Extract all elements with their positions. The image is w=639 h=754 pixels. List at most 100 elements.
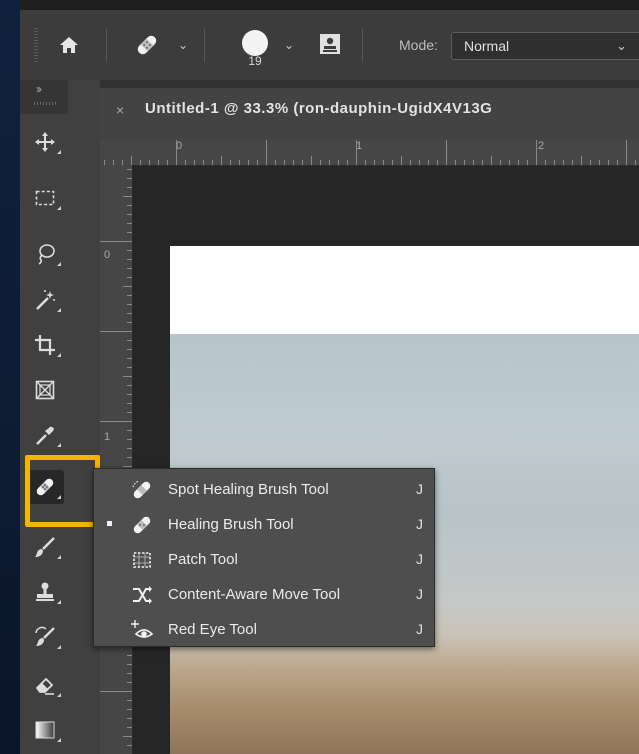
ruler-tick: [329, 160, 330, 165]
ruler-tick: [123, 736, 132, 737]
ruler-tick: [127, 448, 132, 449]
selected-indicator: [107, 521, 112, 526]
clone-source-icon[interactable]: [316, 30, 344, 58]
ruler-tick: [320, 160, 321, 165]
tool-preset-chevron-down-icon[interactable]: ⌄: [178, 38, 188, 52]
menu-item-shortcut: J: [416, 621, 423, 637]
ruler-tick: [401, 156, 402, 165]
ruler-tick: [410, 160, 411, 165]
ruler-tick: [446, 140, 447, 165]
clone-stamp-icon[interactable]: [26, 575, 64, 609]
tools-panel-header[interactable]: ››: [20, 80, 68, 114]
tool-group-indicator: [57, 738, 61, 742]
ruler-tick: [127, 457, 132, 458]
document-tab[interactable]: × Untitled-1 @ 33.3% (ron-dauphin-UgidX4…: [100, 88, 639, 140]
ruler-tick: [185, 160, 186, 165]
marquee-tool-icon[interactable]: [26, 181, 64, 215]
ruler-tick: [590, 160, 591, 165]
healing-brush-icon[interactable]: [130, 30, 164, 60]
ruler-tick: [127, 673, 132, 674]
ruler-tick: [338, 160, 339, 165]
lasso-tool-icon[interactable]: [26, 237, 64, 271]
menu-item-healing-brush-tool[interactable]: Healing Brush Tool J: [94, 507, 434, 542]
gradient-icon[interactable]: [26, 713, 64, 747]
ruler-tick: [464, 160, 465, 165]
ruler-tick: [127, 367, 132, 368]
ruler-tick: [347, 160, 348, 165]
ruler-tick: [127, 214, 132, 215]
ruler-tick: [127, 250, 132, 251]
brush-size-value: 19: [248, 54, 262, 68]
frame-tool-icon[interactable]: [26, 373, 64, 407]
panel-grip[interactable]: [34, 102, 56, 105]
ruler-tick: [473, 160, 474, 165]
ruler-tick: [127, 232, 132, 233]
ruler-tick: [100, 421, 132, 422]
tool-group-indicator: [57, 353, 61, 357]
move-tool-icon[interactable]: [26, 125, 64, 159]
ruler-tick: [392, 160, 393, 165]
menu-item-label: Healing Brush Tool: [168, 516, 294, 533]
close-icon[interactable]: ×: [116, 102, 124, 118]
brush-preset-chevron-down-icon[interactable]: ⌄: [284, 38, 294, 52]
tool-group-indicator: [57, 645, 61, 649]
ruler-tick: [293, 160, 294, 165]
ruler-tick: [100, 241, 132, 242]
history-brush-icon[interactable]: [26, 620, 64, 654]
menu-item-patch-tool[interactable]: Patch Tool J: [94, 542, 434, 577]
ruler-label: 0: [104, 249, 111, 261]
app-frame-top: [20, 0, 639, 10]
ruler-tick: [123, 286, 132, 287]
ruler-tick: [127, 664, 132, 665]
magic-wand-icon[interactable]: [26, 283, 64, 317]
menu-item-shortcut: J: [416, 481, 423, 497]
document-title: Untitled-1 @ 33.3% (ron-dauphin-UgidX4V1…: [145, 100, 493, 117]
separator: [204, 28, 205, 62]
tool-group-indicator: [57, 443, 61, 447]
ruler-tick: [127, 358, 132, 359]
ruler-label: 2: [538, 140, 545, 152]
options-bar: ⌄ 19 ⌄ Mode: Normal ⌄: [20, 10, 639, 81]
ruler-tick: [302, 160, 303, 165]
ruler-tick: [123, 466, 132, 467]
ruler-tick: [123, 376, 132, 377]
ruler-tick: [518, 160, 519, 165]
tool-group-indicator: [57, 206, 61, 210]
ruler-tick: [127, 340, 132, 341]
ruler-tick: [127, 277, 132, 278]
ruler-tick: [127, 709, 132, 710]
ruler-tick: [311, 156, 312, 165]
eyedropper-icon[interactable]: [26, 418, 64, 452]
ruler-tick: [239, 160, 240, 165]
ruler-tick: [563, 160, 564, 165]
menu-item-content-aware-move-tool[interactable]: Content-Aware Move Tool J: [94, 577, 434, 612]
ruler-tick: [167, 160, 168, 165]
ruler-tick: [127, 169, 132, 170]
mode-select[interactable]: Normal ⌄: [451, 32, 639, 60]
options-bar-grip[interactable]: [34, 28, 38, 62]
desktop-edge: [0, 0, 20, 754]
ruler-tick: [127, 745, 132, 746]
home-icon[interactable]: [54, 30, 84, 60]
ruler-tick: [176, 140, 177, 165]
vertical-ruler[interactable]: 0 1: [100, 165, 133, 754]
ruler-tick: [284, 160, 285, 165]
ruler-tick: [248, 160, 249, 165]
collapse-panel-icon[interactable]: ››: [36, 82, 42, 96]
tool-group-indicator: [57, 600, 61, 604]
ruler-tick: [275, 160, 276, 165]
ruler-tick: [572, 160, 573, 165]
crop-tool-icon[interactable]: [26, 328, 64, 362]
brush-preset-icon[interactable]: [242, 30, 268, 56]
menu-item-spot-healing-brush-tool[interactable]: Spot Healing Brush Tool J: [94, 472, 434, 507]
ruler-tick: [365, 160, 366, 165]
ruler-tick: [374, 160, 375, 165]
horizontal-ruler[interactable]: 0 1 2: [100, 140, 639, 166]
ruler-tick: [140, 160, 141, 165]
eraser-icon[interactable]: [26, 668, 64, 702]
ruler-tick: [127, 304, 132, 305]
brush-tool-icon[interactable]: [26, 530, 64, 564]
ruler-label: 1: [104, 431, 111, 443]
separator: [362, 28, 363, 62]
menu-item-red-eye-tool[interactable]: Red Eye Tool J: [94, 612, 434, 647]
